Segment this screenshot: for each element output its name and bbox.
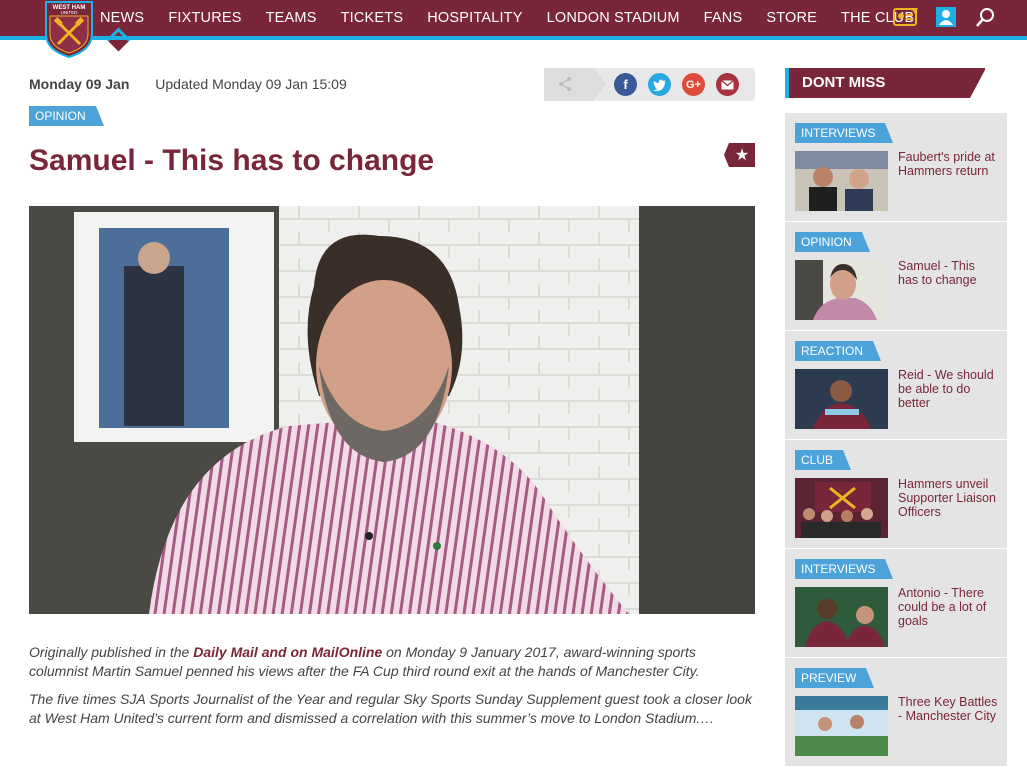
item-category-badge[interactable]: INTERVIEWS bbox=[795, 559, 894, 579]
item-thumbnail[interactable] bbox=[795, 696, 888, 756]
item-category-badge[interactable]: REACTION bbox=[795, 341, 882, 361]
share-toggle[interactable] bbox=[544, 68, 606, 101]
dont-miss-accent bbox=[785, 68, 789, 98]
nav-item-news[interactable]: NEWS bbox=[100, 4, 144, 32]
item-thumbnail[interactable] bbox=[795, 369, 888, 429]
item-title[interactable]: Three Key Battles - Manchester City bbox=[898, 695, 998, 723]
nav-stripe bbox=[0, 36, 1027, 40]
dont-miss-header: DONT MISS bbox=[785, 68, 986, 98]
paragraph-text: Originally published in the bbox=[29, 644, 194, 660]
item-thumbnail[interactable] bbox=[795, 478, 888, 538]
dont-miss-list: INTERVIEWS Faubert's pride at Hammers re… bbox=[785, 113, 1007, 767]
nav-item-fixtures[interactable]: FIXTURES bbox=[168, 4, 241, 32]
facebook-icon[interactable]: f bbox=[614, 73, 637, 96]
article-paragraph-1: Originally published in the Daily Mail a… bbox=[29, 643, 755, 681]
item-thumbnail[interactable] bbox=[795, 260, 888, 320]
article-hero-image bbox=[29, 206, 755, 614]
item-title[interactable]: Reid - We should be able to do better bbox=[898, 368, 998, 410]
article-date: Monday 09 Jan bbox=[29, 76, 130, 92]
article-updated: Updated Monday 09 Jan 15:09 bbox=[155, 76, 347, 92]
list-item[interactable]: PREVIEW Three Key Battles - Manchester C… bbox=[785, 658, 1007, 767]
nav-item-london-stadium[interactable]: LONDON STADIUM bbox=[547, 4, 680, 32]
list-item[interactable]: INTERVIEWS Faubert's pride at Hammers re… bbox=[785, 113, 1007, 222]
item-title[interactable]: Hammers unveil Supporter Liaison Officer… bbox=[898, 477, 998, 519]
list-item[interactable]: CLUB Hammers unveil Supporter Liaison Of… bbox=[785, 440, 1007, 549]
nav-item-store[interactable]: STORE bbox=[766, 4, 817, 32]
item-title[interactable]: Faubert's pride at Hammers return bbox=[898, 150, 998, 178]
google-plus-icon[interactable]: G+ bbox=[682, 73, 705, 96]
list-item[interactable]: INTERVIEWS Antonio - There could be a lo… bbox=[785, 549, 1007, 658]
account-icon[interactable] bbox=[933, 5, 959, 29]
email-icon[interactable] bbox=[716, 73, 739, 96]
star-icon: ★ bbox=[734, 147, 750, 164]
item-category-badge[interactable]: PREVIEW bbox=[795, 668, 875, 688]
article-category-badge[interactable]: OPINION bbox=[29, 106, 104, 126]
item-category-badge[interactable]: INTERVIEWS bbox=[795, 123, 894, 143]
search-icon[interactable] bbox=[973, 5, 999, 29]
item-thumbnail[interactable] bbox=[795, 587, 888, 647]
article-body: Originally published in the Daily Mail a… bbox=[29, 643, 755, 737]
nav-menu: NEWS FIXTURES TEAMS TICKETS HOSPITALITY … bbox=[100, 0, 938, 36]
nav-item-hospitality[interactable]: HOSPITALITY bbox=[427, 4, 522, 32]
membership-card-icon[interactable] bbox=[893, 5, 919, 29]
nav-item-teams[interactable]: TEAMS bbox=[266, 4, 317, 32]
article-paragraph-2: The five times SJA Sports Journalist of … bbox=[29, 691, 752, 726]
article-title: Samuel - This has to change bbox=[29, 144, 435, 177]
article-dates: Monday 09 Jan Updated Monday 09 Jan 15:0… bbox=[29, 76, 347, 92]
list-item[interactable]: OPINION Samuel - This has to change bbox=[785, 222, 1007, 331]
nav-icons bbox=[879, 5, 999, 29]
share-icon bbox=[559, 77, 571, 91]
dont-miss-title: DONT MISS bbox=[802, 74, 886, 91]
mailonline-link[interactable]: Daily Mail and on MailOnline bbox=[193, 644, 382, 660]
nav-item-fans[interactable]: FANS bbox=[704, 4, 743, 32]
svg-text:UNITED: UNITED bbox=[61, 10, 79, 15]
share-bar: f G+ bbox=[544, 68, 755, 101]
item-category-badge[interactable]: OPINION bbox=[795, 232, 870, 252]
favourite-star-button[interactable]: ★ bbox=[724, 143, 755, 167]
nav-item-tickets[interactable]: TICKETS bbox=[341, 4, 404, 32]
club-crest-logo[interactable]: WEST HAM UNITED bbox=[44, 0, 94, 59]
twitter-icon[interactable] bbox=[648, 73, 671, 96]
item-title[interactable]: Antonio - There could be a lot of goals bbox=[898, 586, 998, 628]
item-thumbnail[interactable] bbox=[795, 151, 888, 211]
list-item[interactable]: REACTION Reid - We should be able to do … bbox=[785, 331, 1007, 440]
item-category-badge[interactable]: CLUB bbox=[795, 450, 852, 470]
item-title[interactable]: Samuel - This has to change bbox=[898, 259, 998, 287]
main-nav: NEWS FIXTURES TEAMS TICKETS HOSPITALITY … bbox=[0, 0, 1027, 40]
